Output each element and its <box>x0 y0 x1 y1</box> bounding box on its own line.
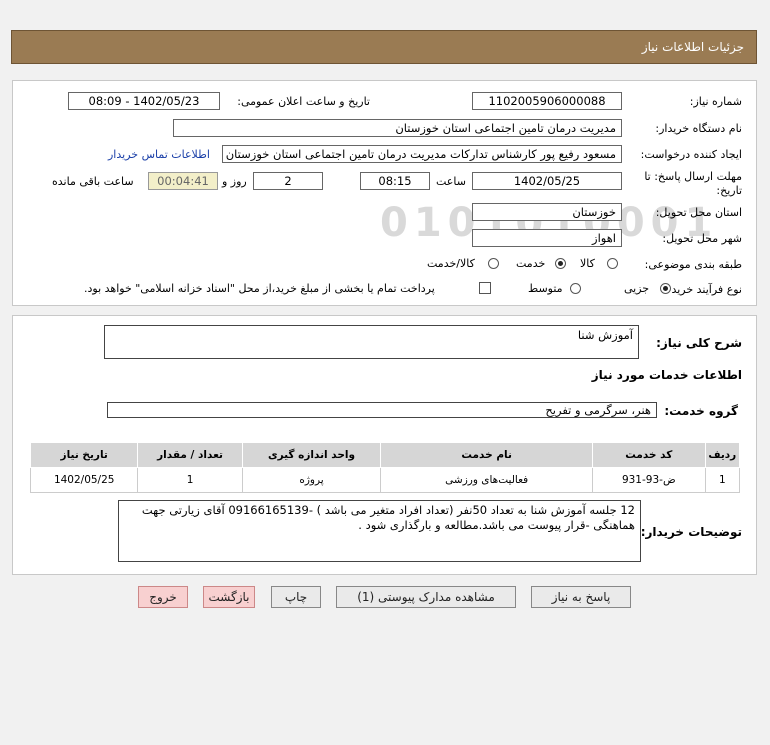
category-radio-goods-service[interactable] <box>488 258 499 269</box>
summary-label: شرح کلی نیاز: <box>656 336 742 350</box>
process-radio-minor[interactable] <box>660 283 671 294</box>
category-option-service: خدمت <box>516 257 546 270</box>
summary-field: آموزش شنا <box>104 325 639 359</box>
table-row: 1 ض-93-931 فعالیت‌های ورزشی پروژه 1 1402… <box>29 467 741 493</box>
col-quantity: تعداد / مقدار <box>137 442 243 468</box>
need-info-panel <box>12 80 757 306</box>
cell-need-date: 1402/05/25 <box>29 467 139 493</box>
view-attachments-button[interactable]: مشاهده مدارک پیوستی (1) <box>336 586 516 608</box>
reply-button[interactable]: پاسخ به نیاز <box>531 586 631 608</box>
category-option-goods-service: کالا/خدمت <box>427 257 475 270</box>
col-unit: واحد اندازه گیری <box>241 442 382 468</box>
page-header: جزئیات اطلاعات نیاز <box>11 30 757 64</box>
col-service-name: نام خدمت <box>380 442 593 468</box>
exit-button[interactable]: خروج <box>138 586 188 608</box>
category-label: طبقه بندی موضوعی: <box>644 258 742 271</box>
buyer-notes-field: 12 جلسه آموزش شنا به تعداد 50نفر (تعداد … <box>118 500 641 562</box>
creator-field: مسعود رفیع پور کارشناس تدارکات مدیریت در… <box>222 145 622 163</box>
col-row: ردیف <box>704 442 741 468</box>
creator-label: ایجاد کننده درخواست: <box>640 148 742 161</box>
buyer-org-label: نام دستگاه خریدار: <box>655 122 742 135</box>
days-field: 2 <box>253 172 323 190</box>
back-button[interactable]: بازگشت <box>203 586 255 608</box>
process-radio-medium[interactable] <box>570 283 581 294</box>
cell-service-code: ض-93-931 <box>592 467 706 493</box>
announce-field: 1402/05/23 - 08:09 <box>68 92 220 110</box>
process-label: نوع فرآیند خرید : <box>664 283 742 296</box>
deadline-time-label: ساعت <box>436 175 466 188</box>
payment-note: پرداخت تمام یا بخشی از مبلغ خرید،از محل … <box>84 282 435 295</box>
need-number-field: 1102005906000088 <box>472 92 622 110</box>
city-label: شهر محل تحویل: <box>662 232 742 245</box>
deadline-label: مهلت ارسال پاسخ: تا <box>644 170 742 183</box>
announce-label: تاریخ و ساعت اعلان عمومی: <box>237 95 370 108</box>
category-radio-goods[interactable] <box>607 258 618 269</box>
remaining-label: ساعت باقی مانده <box>52 175 134 188</box>
services-heading: اطلاعات خدمات مورد نیاز <box>591 368 742 382</box>
deadline-label-date: تاریخ: <box>716 184 742 197</box>
contact-buyer-link[interactable]: اطلاعات تماس خریدار <box>108 148 210 161</box>
treasury-checkbox[interactable] <box>479 282 491 294</box>
buyer-org-field: مدیریت درمان تامین اجتماعی استان خوزستان <box>173 119 622 137</box>
process-option-medium: متوسط <box>528 282 563 295</box>
deadline-time-field: 08:15 <box>360 172 430 190</box>
cell-unit: پروژه <box>241 467 382 493</box>
col-need-date: تاریخ نیاز <box>29 442 139 468</box>
days-label: روز و <box>222 175 247 188</box>
service-group-field: هنر، سرگرمی و تفریح <box>107 402 657 418</box>
remaining-time-field: 00:04:41 <box>148 172 218 190</box>
category-option-goods: کالا <box>580 257 595 270</box>
cell-quantity: 1 <box>137 467 243 493</box>
province-field: خوزستان <box>472 203 622 221</box>
need-number-label: شماره نیاز: <box>689 95 742 108</box>
cell-row: 1 <box>704 467 741 493</box>
category-radio-service[interactable] <box>555 258 566 269</box>
province-label: استان محل تحویل: <box>655 206 742 219</box>
page-title: جزئیات اطلاعات نیاز <box>641 40 744 54</box>
cell-service-name: فعالیت‌های ورزشی <box>380 467 593 493</box>
services-table: ردیف کد خدمت نام خدمت واحد اندازه گیری ت… <box>29 442 741 493</box>
deadline-date-field: 1402/05/25 <box>472 172 622 190</box>
city-field: اهواز <box>472 229 622 247</box>
process-option-minor: جزیی <box>624 282 650 295</box>
service-group-label: گروه خدمت: <box>664 404 738 418</box>
buyer-notes-label: توضیحات خریدار: <box>640 525 742 539</box>
print-button[interactable]: چاپ <box>271 586 321 608</box>
col-service-code: کد خدمت <box>592 442 706 468</box>
table-header-row: ردیف کد خدمت نام خدمت واحد اندازه گیری ت… <box>29 442 741 468</box>
